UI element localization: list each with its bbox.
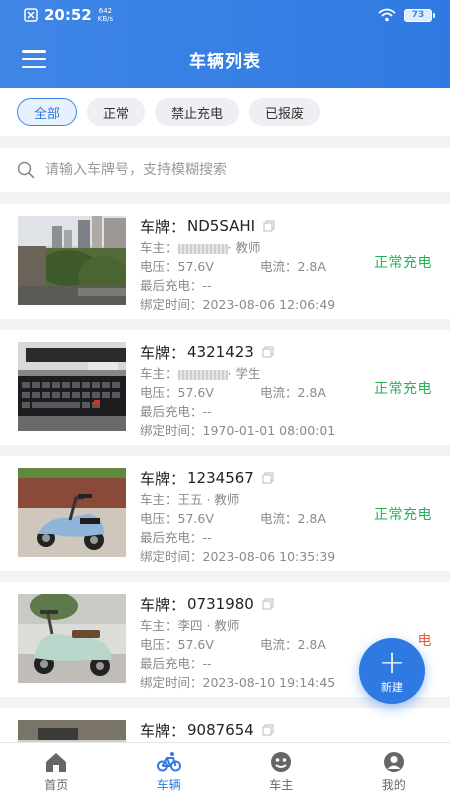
vehicle-card[interactable]: 车牌： 1234567 车主：王五 · 教师 电压：57.6V 电流：2.8A 最… — [0, 456, 450, 571]
status-badge: 正常充电 — [374, 507, 432, 523]
plate-label: 车牌： — [140, 721, 186, 740]
status-badge: 正常充电 — [374, 381, 432, 397]
plate-label: 车牌： — [140, 469, 186, 488]
plate-number: 0731980 — [187, 595, 254, 613]
vehicle-card[interactable]: 车牌： ND5SAHI 车主： · 教师 电压：57.6V 电流：2.8A 最后充电… — [0, 204, 450, 319]
plate-label: 车牌： — [140, 217, 186, 236]
plate-number: 4321423 — [187, 343, 254, 361]
plate-label: 车牌： — [140, 343, 186, 362]
wifi-icon — [378, 8, 396, 22]
page-title: 车辆列表 — [189, 51, 261, 72]
search-input[interactable] — [45, 162, 425, 178]
plate-number: 1234567 — [187, 469, 254, 487]
network-speed: 642 KB/s — [97, 7, 114, 23]
battery-icon: 73 — [404, 8, 435, 22]
vehicle-photo — [18, 216, 126, 305]
filter-normal[interactable]: 正常 — [87, 98, 146, 126]
vehicle-photo — [18, 594, 126, 683]
copy-icon[interactable] — [262, 724, 274, 736]
status-badge: 电 — [417, 633, 432, 649]
last-charge: 最后充电：-- — [140, 404, 212, 419]
last-charge: 最后充电：-- — [140, 278, 212, 293]
user-icon — [383, 751, 404, 772]
filter-all[interactable]: 全部 — [17, 98, 78, 126]
new-vehicle-button[interactable]: + 新建 — [359, 638, 425, 704]
copy-icon[interactable] — [262, 598, 274, 610]
bind-time: 绑定时间：2023-08-06 10:35:39 — [140, 549, 336, 564]
copy-icon[interactable] — [262, 346, 274, 358]
vehicle-photo — [18, 468, 126, 557]
vehicle-list: 车牌： ND5SAHI 车主： · 教师 电压：57.6V 电流：2.8A 最后充电… — [0, 204, 450, 800]
copy-icon[interactable] — [263, 220, 275, 232]
vehicle-card[interactable]: 车牌： 4321423 车主： · 学生 电压：57.6V 电流：2.8A 最后充电… — [0, 330, 450, 445]
search-icon — [17, 161, 35, 179]
clock: 20:52 — [44, 6, 92, 24]
status-bar: 20:52 642 KB/s 73 — [0, 0, 450, 30]
menu-icon[interactable] — [22, 50, 46, 68]
search-bar — [0, 148, 450, 192]
copy-icon[interactable] — [262, 472, 274, 484]
filter-bar: 全部 正常 禁止充电 已报废 — [0, 88, 450, 136]
tab-profile[interactable]: 我的 — [338, 743, 450, 800]
tab-home[interactable]: 首页 — [0, 743, 113, 800]
bottom-tab-bar: 首页 车辆 车主 我的 — [0, 742, 450, 800]
app-header: 20:52 642 KB/s 73 车辆列表 — [0, 0, 450, 88]
owner-icon — [271, 751, 292, 772]
owner-info: 车主：李四 · 教师 — [140, 618, 240, 633]
tab-vehicles[interactable]: 车辆 — [113, 743, 226, 800]
bicycle-icon — [156, 751, 181, 771]
tab-owners[interactable]: 车主 — [225, 743, 338, 800]
bind-time: 绑定时间：1970-01-01 08:00:01 — [140, 423, 336, 438]
home-icon — [46, 752, 67, 772]
notification-icon — [24, 8, 38, 22]
plate-label: 车牌： — [140, 595, 186, 614]
plate-number: ND5SAHI — [187, 217, 256, 235]
last-charge: 最后充电：-- — [140, 530, 212, 545]
plus-icon: + — [378, 643, 406, 681]
filter-charging-banned[interactable]: 禁止充电 — [155, 98, 240, 126]
filter-scrapped[interactable]: 已报废 — [249, 98, 321, 126]
plate-number: 9087654 — [187, 721, 254, 739]
vehicle-photo — [18, 342, 126, 431]
status-badge: 正常充电 — [374, 255, 432, 271]
bind-time: 绑定时间：2023-08-06 12:06:49 — [140, 297, 336, 312]
